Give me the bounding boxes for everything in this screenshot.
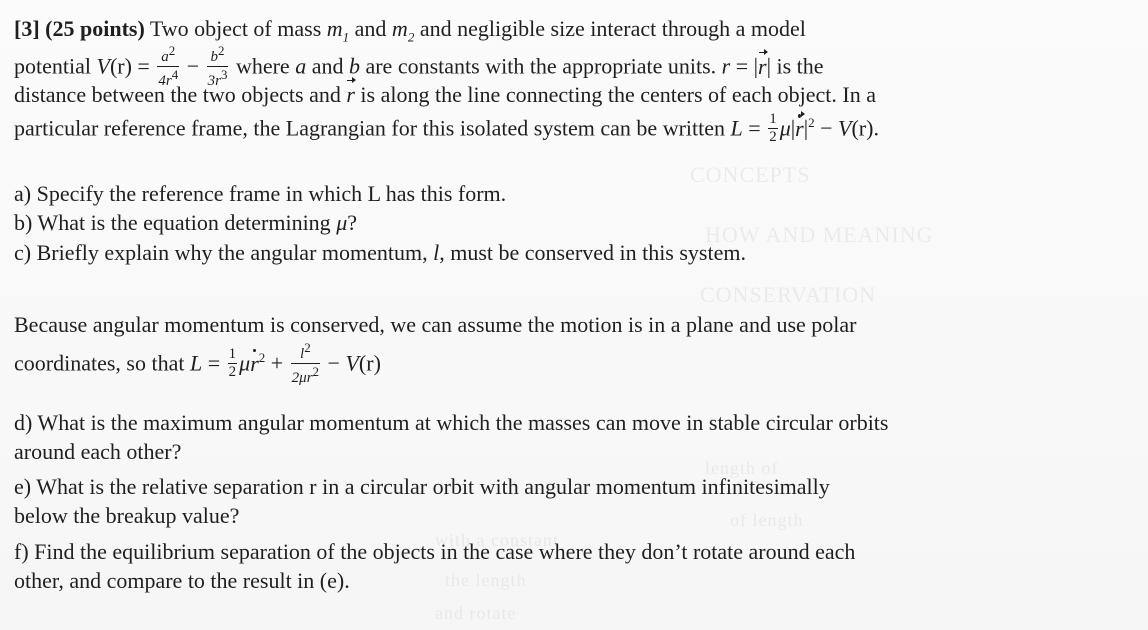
minus-sign: − <box>814 115 839 141</box>
constant-a: a <box>295 53 307 79</box>
r-dot-vector: r <box>795 110 805 141</box>
constant-b: b <box>348 53 360 79</box>
reduced-mass-mu: μ <box>779 115 791 141</box>
distance-r: r <box>721 53 731 79</box>
part-e-line-2: below the breakup value? <box>14 503 240 528</box>
reduced-mass-mu: μ <box>336 210 348 235</box>
problem-intro-line-1: [3] (25 points) Two object of mass m1 an… <box>14 16 806 45</box>
potential-symbol: V <box>96 53 110 79</box>
potential-arg: (r). <box>851 115 879 141</box>
intro-text: distance between the two objects and <box>14 82 347 107</box>
intro-text: Two object of mass <box>149 16 327 41</box>
r-vector: r <box>758 48 768 79</box>
problem-intro-line-3: distance between the two objects and r i… <box>14 77 876 107</box>
bleed-through-text: the length <box>445 570 527 590</box>
intro-text: | is the <box>766 53 824 79</box>
bleed-through-text: CONCEPTS <box>690 162 811 187</box>
minus-sign: − <box>322 350 346 376</box>
problem-intro-line-4: particular reference frame, the Lagrangi… <box>14 110 879 147</box>
equals-abs: = | <box>730 53 759 79</box>
r-dot: r <box>250 348 259 376</box>
fraction-one-half: 12 <box>227 346 238 380</box>
problem-number: [3] <box>14 16 40 41</box>
part-b: b) What is the equation determining μ? <box>14 212 357 234</box>
r-vector: r <box>346 77 356 107</box>
fraction-centrifugal: l2 2μr2 <box>290 340 321 386</box>
bleed-through-text: CONSERVATION <box>700 282 877 307</box>
part-e-line-1: e) What is the relative separation r in … <box>14 474 830 499</box>
intro-text: particular reference frame, the Lagrangi… <box>14 115 731 141</box>
intro-text: where <box>235 53 296 79</box>
equals-sign: = <box>202 350 226 376</box>
part-c-text: , must be conserved in this system. <box>439 240 746 265</box>
intro-text: and <box>306 53 349 79</box>
equals-sign: = <box>742 115 767 141</box>
mass-2: m2 <box>391 16 415 45</box>
intro-text: is along the line connecting the centers… <box>354 82 876 107</box>
part-f-line-1: f) Find the equilibrium separation of th… <box>14 539 856 564</box>
document-page: CONCEPTS HOW AND MEANING CONSERVATION le… <box>0 0 1148 630</box>
bleed-through-text: of length <box>730 510 804 530</box>
potential-symbol: V <box>345 350 359 376</box>
intro-text: and <box>349 16 392 41</box>
part-a: a) Specify the reference frame in which … <box>14 181 507 206</box>
part-c: c) Briefly explain why the angular momen… <box>14 242 746 264</box>
problem-points: (25 points) <box>45 16 145 41</box>
part-b-text: ? <box>347 210 357 235</box>
equals-sign: = <box>131 53 156 79</box>
part-f-line-2: other, and compare to the result in (e). <box>14 568 350 593</box>
plus-sign: + <box>265 350 289 376</box>
bleed-through-text: and rotate <box>435 603 517 623</box>
reduced-mass-mu: μ <box>239 350 251 376</box>
part-c-text: c) Briefly explain why the angular momen… <box>14 240 434 265</box>
lagrangian-symbol: L <box>730 115 743 141</box>
lagrangian-symbol: L <box>189 350 203 376</box>
intro-text: potential <box>14 53 97 79</box>
intro-text: are constants with the appropriate units… <box>359 53 722 79</box>
part-d-line-2: around each other? <box>14 439 182 464</box>
fraction-one-half: 12 <box>768 111 778 145</box>
polar-paragraph-line-1: Because angular momentum is conserved, w… <box>14 312 857 337</box>
minus-sign: − <box>181 53 205 79</box>
potential-arg: (r) <box>109 53 132 79</box>
potential-symbol: V <box>838 115 852 141</box>
mass-1: m1 <box>326 16 350 45</box>
potential-arg: (r) <box>358 350 381 376</box>
part-d-line-1: d) What is the maximum angular momentum … <box>14 410 889 435</box>
polar-text: coordinates, so that <box>14 350 190 376</box>
intro-text: and negligible size interact through a m… <box>414 16 806 41</box>
part-b-text: b) What is the equation determining <box>14 210 337 235</box>
polar-paragraph-line-2: coordinates, so that L = 1 2 μr2 + l2 2μr2 … <box>14 340 381 388</box>
